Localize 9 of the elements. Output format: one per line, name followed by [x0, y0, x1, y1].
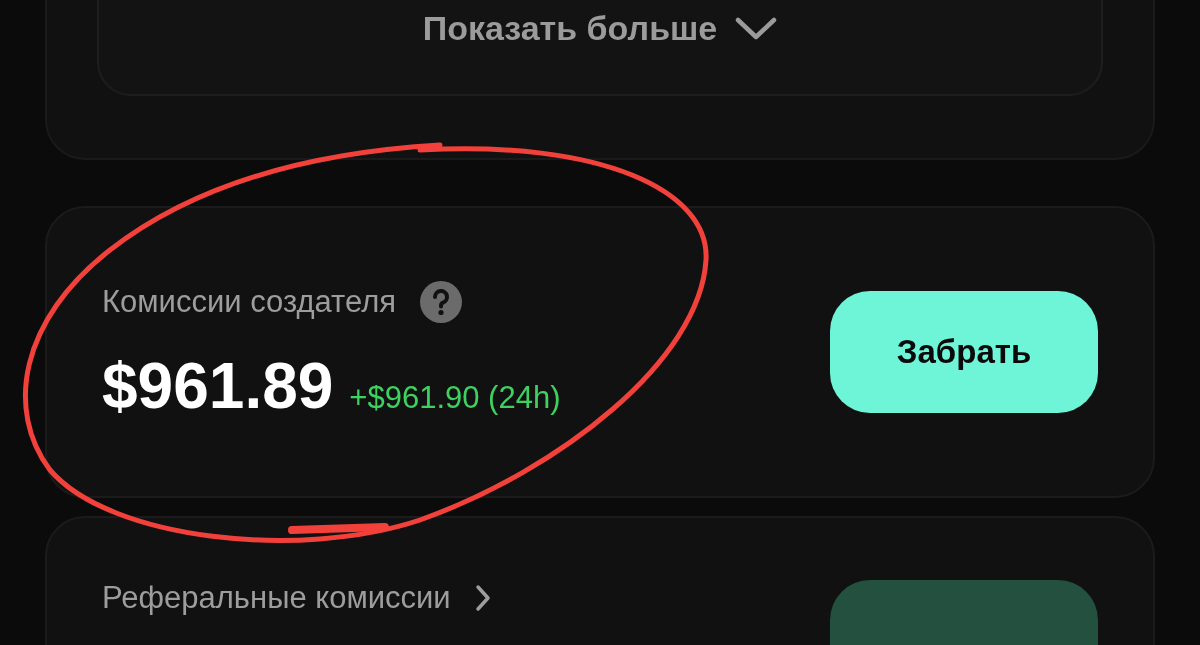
show-more-button[interactable]: Показать больше [422, 9, 778, 48]
chevron-down-icon [735, 16, 778, 41]
card-title: Комиссии создателя [102, 284, 397, 320]
help-icon[interactable] [420, 281, 463, 323]
change-value: +$961.90 (24h) [349, 380, 561, 416]
amount-value: $961.89 [102, 349, 334, 423]
card-title: Реферальные комиссии [102, 580, 451, 616]
claim-button[interactable]: Забрать [830, 291, 1098, 413]
chevron-right-icon[interactable] [474, 584, 491, 612]
